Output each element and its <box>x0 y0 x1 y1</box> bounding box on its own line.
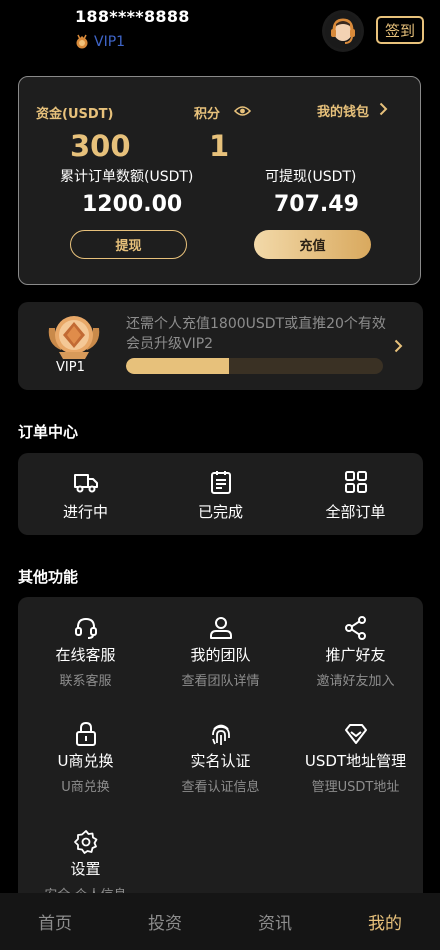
vip-medal-icon <box>75 34 89 50</box>
fingerprint-icon <box>208 721 234 747</box>
cumulative-order-label: 累计订单数额(USDT) <box>60 169 194 185</box>
order-completed-label: 已完成 <box>197 503 243 521</box>
order-center-title: 订单中心 <box>18 423 79 441</box>
recharge-button[interactable]: 充值 <box>254 230 371 259</box>
withdraw-button[interactable]: 提现 <box>70 230 187 259</box>
nav-mine[interactable]: 我的 <box>330 893 440 950</box>
order-in-progress-label: 进行中 <box>62 503 108 521</box>
my-team-item[interactable]: 我的团队 查看团队详情 <box>153 615 288 689</box>
my-team-title: 我的团队 <box>190 646 251 664</box>
vip-level-text: VIP1 <box>94 34 126 50</box>
u-exchange-subtitle: U商兑换 <box>61 780 110 795</box>
truck-icon <box>73 469 99 495</box>
my-wallet-label: 我的钱包 <box>317 105 370 120</box>
lock-icon <box>73 721 99 747</box>
share-icon <box>343 615 369 641</box>
funds-value: 300 <box>70 129 131 163</box>
headset-avatar-icon <box>325 13 361 49</box>
real-name-auth-title: 实名认证 <box>190 752 251 770</box>
nav-home[interactable]: 首页 <box>0 893 110 950</box>
other-functions-card: 在线客服 联系客服 我的团队 查看团队详情 推广好友 邀请好友加入 U商兑换 U… <box>18 597 423 897</box>
other-functions-title: 其他功能 <box>18 568 79 586</box>
invite-friends-subtitle: 邀请好友加入 <box>316 674 395 689</box>
bottom-navigation: 首页 投资 资讯 我的 <box>0 893 440 950</box>
clipboard-icon <box>208 469 234 495</box>
settings-item[interactable]: 设置 安全,个人信息 <box>18 829 153 897</box>
real-name-auth-item[interactable]: 实名认证 查看认证信息 <box>153 721 288 795</box>
settings-title: 设置 <box>70 860 101 878</box>
assets-card: 资金(USDT) 300 积分 1 我的钱包 累计订单数额(USDT) 1200… <box>18 76 421 285</box>
online-service-title: 在线客服 <box>55 646 116 664</box>
vip-badge-icon <box>45 310 103 362</box>
profile-header: 188****8888 VIP1 签到 <box>0 0 440 62</box>
customer-service-avatar[interactable] <box>322 10 364 52</box>
real-name-auth-subtitle: 查看认证信息 <box>181 780 260 795</box>
usdt-address-subtitle: 管理USDT地址 <box>311 780 400 795</box>
order-all[interactable]: 全部订单 <box>288 453 423 535</box>
usdt-address-title: USDT地址管理 <box>304 752 407 770</box>
user-phone: 188****8888 <box>75 7 190 26</box>
user-icon <box>208 615 234 641</box>
vip-upgrade-card[interactable]: VIP1 还需个人充值1800USDT或直推20个有效会员升级VIP2 <box>18 302 423 390</box>
u-exchange-title: U商兑换 <box>57 752 114 770</box>
vip-badge-label: VIP1 <box>56 360 85 375</box>
vip-level-row: VIP1 <box>75 34 125 50</box>
order-in-progress[interactable]: 进行中 <box>18 453 153 535</box>
withdrawable-value: 707.49 <box>274 192 359 217</box>
points-label: 积分 <box>194 107 221 122</box>
cumulative-order-value: 1200.00 <box>82 192 183 217</box>
invite-friends-title: 推广好友 <box>325 646 386 664</box>
chevron-right-icon <box>379 101 388 120</box>
my-team-subtitle: 查看团队详情 <box>181 674 260 689</box>
vip-progress-bar <box>126 358 383 374</box>
nav-invest[interactable]: 投资 <box>110 893 220 950</box>
online-service-subtitle: 联系客服 <box>59 674 112 689</box>
signin-button[interactable]: 签到 <box>376 16 424 44</box>
eye-icon[interactable] <box>233 103 252 122</box>
withdrawable-label: 可提现(USDT) <box>265 169 357 185</box>
diamond-icon <box>343 721 369 747</box>
order-center-card: 进行中 已完成 全部订单 <box>18 453 423 535</box>
vip-progress-fill <box>126 358 229 374</box>
vip-upgrade-description: 还需个人充值1800USDT或直推20个有效会员升级VIP2 <box>126 316 386 352</box>
u-exchange-item[interactable]: U商兑换 U商兑换 <box>18 721 153 795</box>
points-value: 1 <box>209 129 230 163</box>
order-completed[interactable]: 已完成 <box>153 453 288 535</box>
usdt-address-item[interactable]: USDT地址管理 管理USDT地址 <box>288 721 423 795</box>
my-wallet-link[interactable]: 我的钱包 <box>317 101 388 120</box>
chevron-right-icon <box>394 334 403 358</box>
invite-friends-item[interactable]: 推广好友 邀请好友加入 <box>288 615 423 689</box>
grid-icon <box>343 469 369 495</box>
headset-icon <box>73 615 99 641</box>
funds-label: 资金(USDT) <box>36 107 114 122</box>
nav-news[interactable]: 资讯 <box>220 893 330 950</box>
settings-icon <box>73 829 99 855</box>
online-service-item[interactable]: 在线客服 联系客服 <box>18 615 153 689</box>
order-all-label: 全部订单 <box>325 503 386 521</box>
